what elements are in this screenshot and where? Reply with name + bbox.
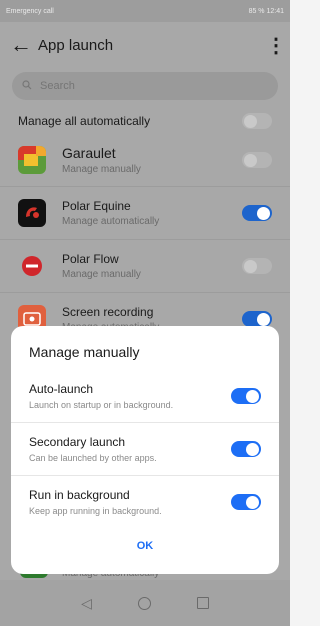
app-toggle-polar-equine[interactable] <box>242 205 272 221</box>
nav-recents-icon[interactable] <box>196 597 209 609</box>
app-toggle-polar-flow[interactable] <box>242 258 272 274</box>
dialog-option-run-in-background: Run in background Keep app running in ba… <box>11 475 279 528</box>
auto-launch-toggle[interactable] <box>231 388 261 404</box>
app-name: Polar Equine <box>62 199 131 213</box>
polar-equine-icon <box>18 199 46 227</box>
app-status: Manage automatically <box>62 216 160 227</box>
nav-back-icon[interactable]: ◁ <box>81 595 92 612</box>
dialog-option-auto-launch: Auto-launch Launch on startup or in back… <box>11 370 279 422</box>
dialog-option-secondary-launch: Secondary launch Can be launched by othe… <box>11 422 279 475</box>
status-bar: Emergency call 85 % 12:41 <box>0 0 290 22</box>
search-bar <box>0 68 290 112</box>
secondary-launch-toggle[interactable] <box>231 441 261 457</box>
app-status: Manage manually <box>62 164 141 175</box>
option-description: Can be launched by other apps. <box>29 453 157 463</box>
garaulet-icon <box>18 146 46 174</box>
app-status: Manage manually <box>62 269 141 280</box>
manage-manually-dialog: Manage manually Auto-launch Launch on st… <box>11 326 279 574</box>
app-toggle-screen-recording[interactable] <box>242 311 272 327</box>
manage-all-label: Manage all automatically <box>18 114 151 128</box>
polar-flow-icon <box>18 252 46 280</box>
nav-home-icon[interactable] <box>137 596 151 610</box>
dialog-title: Manage manually <box>29 344 140 360</box>
search-input[interactable] <box>38 79 242 93</box>
app-bar: ← App launch ⋮ <box>0 22 290 68</box>
ok-button[interactable]: OK <box>11 540 279 552</box>
navigation-bar: ◁ <box>0 580 290 626</box>
manage-all-toggle[interactable] <box>242 113 272 129</box>
search-box[interactable] <box>12 72 278 100</box>
app-name: Garaulet <box>62 145 116 161</box>
option-name: Secondary launch <box>29 435 126 449</box>
app-row-polar-flow[interactable]: Polar Flow Manage manually <box>0 240 290 293</box>
app-name: Screen recording <box>62 305 154 319</box>
status-right-text: 85 % 12:41 <box>248 7 284 15</box>
search-icon <box>22 79 32 93</box>
back-arrow-icon[interactable]: ← <box>10 32 38 58</box>
status-left-text: Emergency call <box>6 7 54 15</box>
page-title: App launch <box>38 36 114 54</box>
option-description: Launch on startup or in background. <box>29 400 174 410</box>
option-description: Keep app running in background. <box>29 506 162 516</box>
app-row-garaulet[interactable]: Garaulet Manage manually <box>0 134 290 187</box>
manage-all-row: Manage all automatically <box>0 108 290 134</box>
app-toggle-garaulet[interactable] <box>242 152 272 168</box>
option-name: Run in background <box>29 488 130 502</box>
app-row-polar-equine[interactable]: Polar Equine Manage automatically <box>0 187 290 240</box>
app-name: Polar Flow <box>62 252 119 266</box>
run-in-background-toggle[interactable] <box>231 494 261 510</box>
option-name: Auto-launch <box>29 382 94 396</box>
more-options-icon[interactable]: ⋮ <box>266 33 286 58</box>
